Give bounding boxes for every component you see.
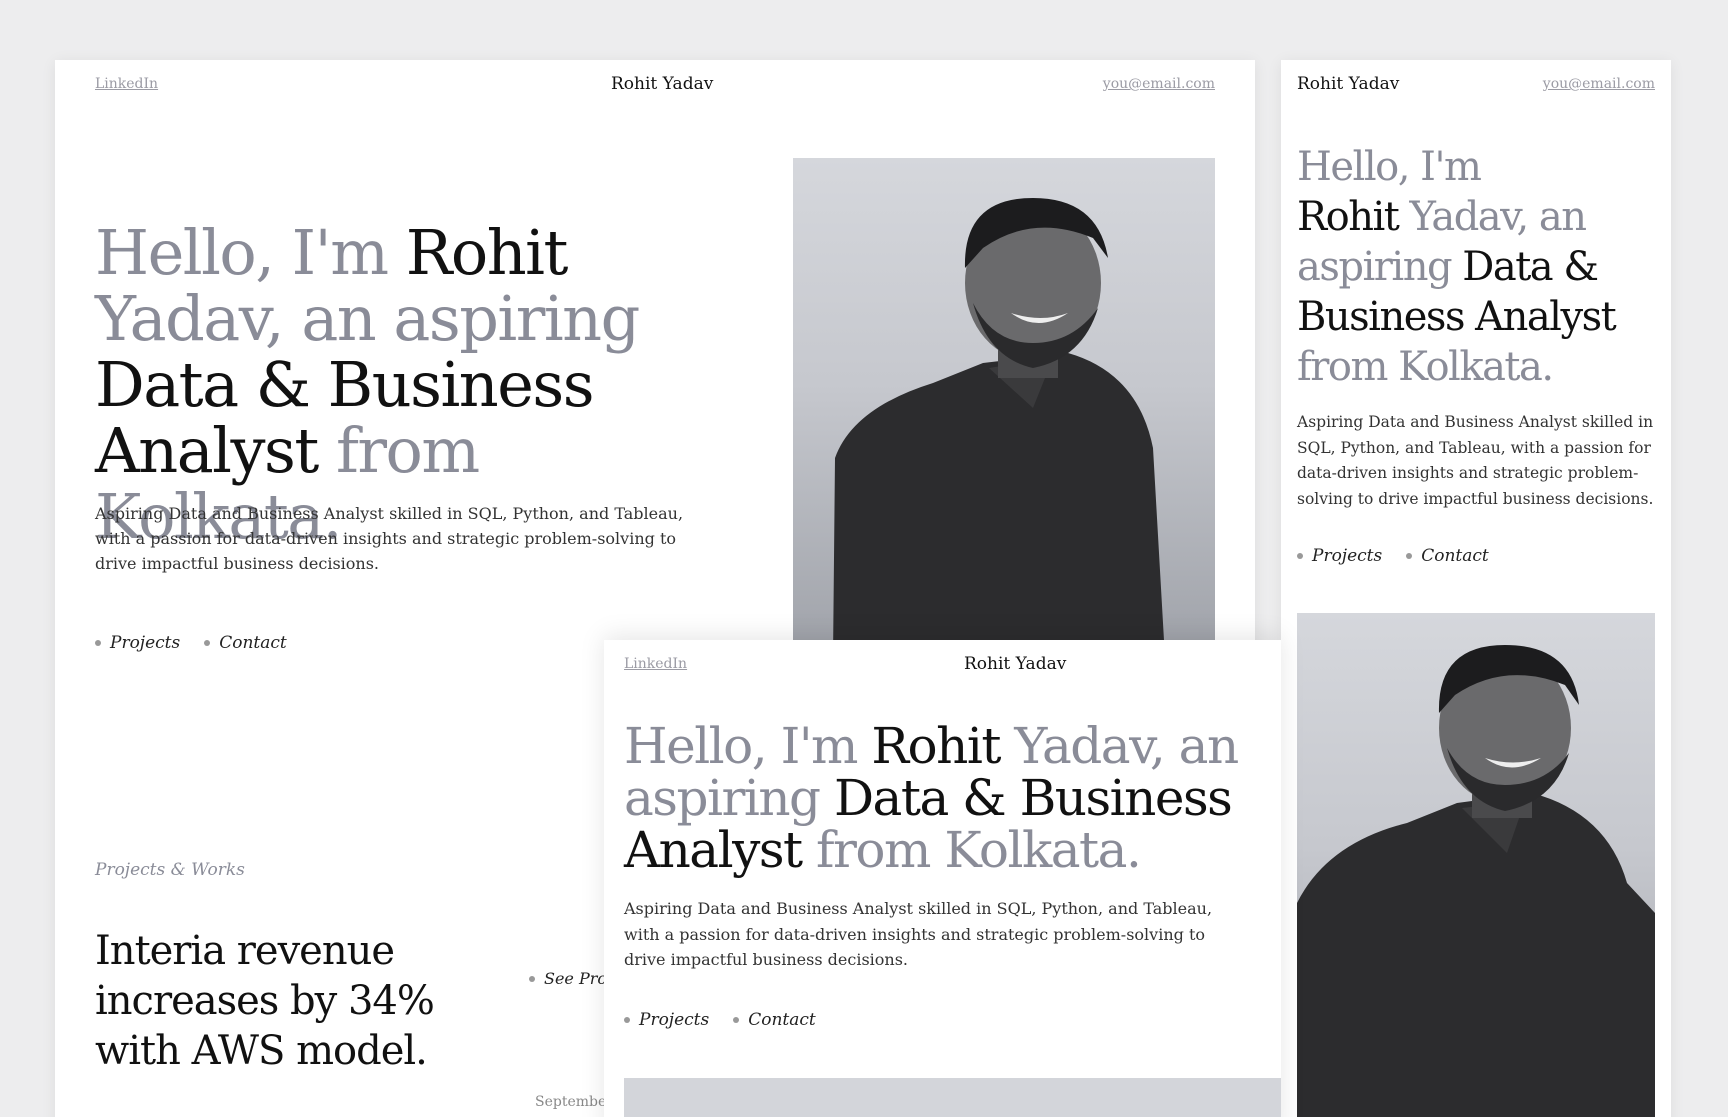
section-label: Projects & Works xyxy=(95,860,245,880)
project-title-line: Interia revenue xyxy=(95,928,395,974)
projects-link-label: Projects xyxy=(1312,546,1383,566)
hero-links: Projects Contact xyxy=(95,633,287,653)
hero-text: Yadav, an aspiring xyxy=(95,282,640,355)
contact-link-label: Contact xyxy=(219,633,287,653)
profile-photo xyxy=(793,158,1215,658)
linkedin-link[interactable]: LinkedIn xyxy=(624,656,687,672)
person-illustration xyxy=(1297,645,1655,1117)
hero-text: Analyst xyxy=(95,414,319,487)
hero-heading: Hello, I'm Rohit Yadav, an aspiring Data… xyxy=(624,720,1274,876)
brand-name[interactable]: Rohit Yadav xyxy=(1297,74,1399,94)
project-title-line: with AWS model. xyxy=(95,1028,428,1074)
description-line: drive impactful business decisions. xyxy=(624,950,908,969)
hero-text: from Kolkata. xyxy=(801,821,1142,879)
email-link[interactable]: you@email.com xyxy=(1103,76,1215,92)
description-line: solving to drive impactful business deci… xyxy=(1297,489,1654,508)
project-title-line: increases by 34% xyxy=(95,978,435,1024)
hero-links: Projects Contact xyxy=(1297,546,1489,566)
email-link[interactable]: you@email.com xyxy=(1543,76,1655,92)
hero-text: aspiring xyxy=(1297,244,1453,290)
bullet-icon xyxy=(1297,553,1303,559)
hero-description: Aspiring Data and Business Analyst skill… xyxy=(1297,410,1662,512)
bullet-icon xyxy=(624,1017,630,1023)
projects-link[interactable]: Projects xyxy=(1297,546,1382,566)
projects-link-label: Projects xyxy=(110,633,181,653)
tablet-preview-card: LinkedIn Rohit Yadav Hello, I'm Rohit Ya… xyxy=(604,640,1281,1117)
hero-text: Hello, I'm xyxy=(95,216,406,289)
person-illustration xyxy=(833,198,1165,658)
project-title: Interia revenue increases by 34% with AW… xyxy=(95,926,435,1076)
hero-text: Rohit xyxy=(1297,194,1400,240)
hero-text: Hello, I'm xyxy=(1297,144,1482,190)
contact-link-label: Contact xyxy=(748,1010,816,1030)
hero-text: Data & Business xyxy=(819,769,1233,827)
contact-link[interactable]: Contact xyxy=(733,1010,816,1030)
hero-text: Data & Business xyxy=(95,348,595,421)
hero-text: aspiring xyxy=(624,769,821,827)
projects-link[interactable]: Projects xyxy=(624,1010,709,1030)
profile-photo xyxy=(624,1078,1281,1117)
description-line: Aspiring Data and Business Analyst skill… xyxy=(624,899,1213,918)
mobile-preview-card: Rohit Yadav you@email.com Hello, I'm Roh… xyxy=(1281,60,1671,1117)
hero-text: from Kolkata. xyxy=(1297,344,1554,390)
hero-text: Rohit xyxy=(871,717,1001,775)
contact-link-label: Contact xyxy=(1421,546,1489,566)
hero-links: Projects Contact xyxy=(624,1010,816,1030)
description-line: with a passion for data-driven insights … xyxy=(95,529,677,548)
hero-text: Business Analyst xyxy=(1297,294,1617,340)
linkedin-link[interactable]: LinkedIn xyxy=(95,76,158,92)
contact-link[interactable]: Contact xyxy=(204,633,287,653)
hero-text: Rohit xyxy=(405,216,569,289)
bullet-icon xyxy=(204,640,211,646)
bullet-icon xyxy=(733,1017,740,1023)
hero-text: Hello, I'm xyxy=(624,717,872,775)
bullet-icon xyxy=(1406,553,1413,559)
description-line: data-driven insights and strategic probl… xyxy=(1297,464,1639,482)
description-line: SQL, Python, and Tableau, with a passion… xyxy=(1297,438,1651,457)
projects-link[interactable]: Projects xyxy=(95,633,180,653)
brand-name[interactable]: Rohit Yadav xyxy=(611,74,713,94)
hero-description: Aspiring Data and Business Analyst skill… xyxy=(624,896,1264,973)
description-line: with a passion for data-driven insights … xyxy=(624,924,1206,944)
hero-text: Data & xyxy=(1451,244,1599,290)
hero-heading: Hello, I'm Rohit Yadav, an aspiring Data… xyxy=(1297,142,1657,392)
bullet-icon xyxy=(529,975,535,982)
contact-link[interactable]: Contact xyxy=(1406,546,1489,566)
description-line: Aspiring Data and Business Analyst skill… xyxy=(95,504,684,523)
hero-text: Yadav, an xyxy=(1398,194,1588,240)
description-line: Aspiring Data and Business Analyst skill… xyxy=(1297,413,1654,431)
brand-name[interactable]: Rohit Yadav xyxy=(964,654,1066,674)
description-line: drive impactful business decisions. xyxy=(95,554,379,573)
projects-link-label: Projects xyxy=(639,1010,710,1030)
hero-text: Yadav, an xyxy=(999,717,1239,775)
project-date: September xyxy=(535,1094,613,1110)
hero-text: Analyst xyxy=(624,821,803,879)
hero-description: Aspiring Data and Business Analyst skill… xyxy=(95,501,695,576)
bullet-icon xyxy=(95,640,101,646)
profile-photo xyxy=(1297,613,1655,1117)
